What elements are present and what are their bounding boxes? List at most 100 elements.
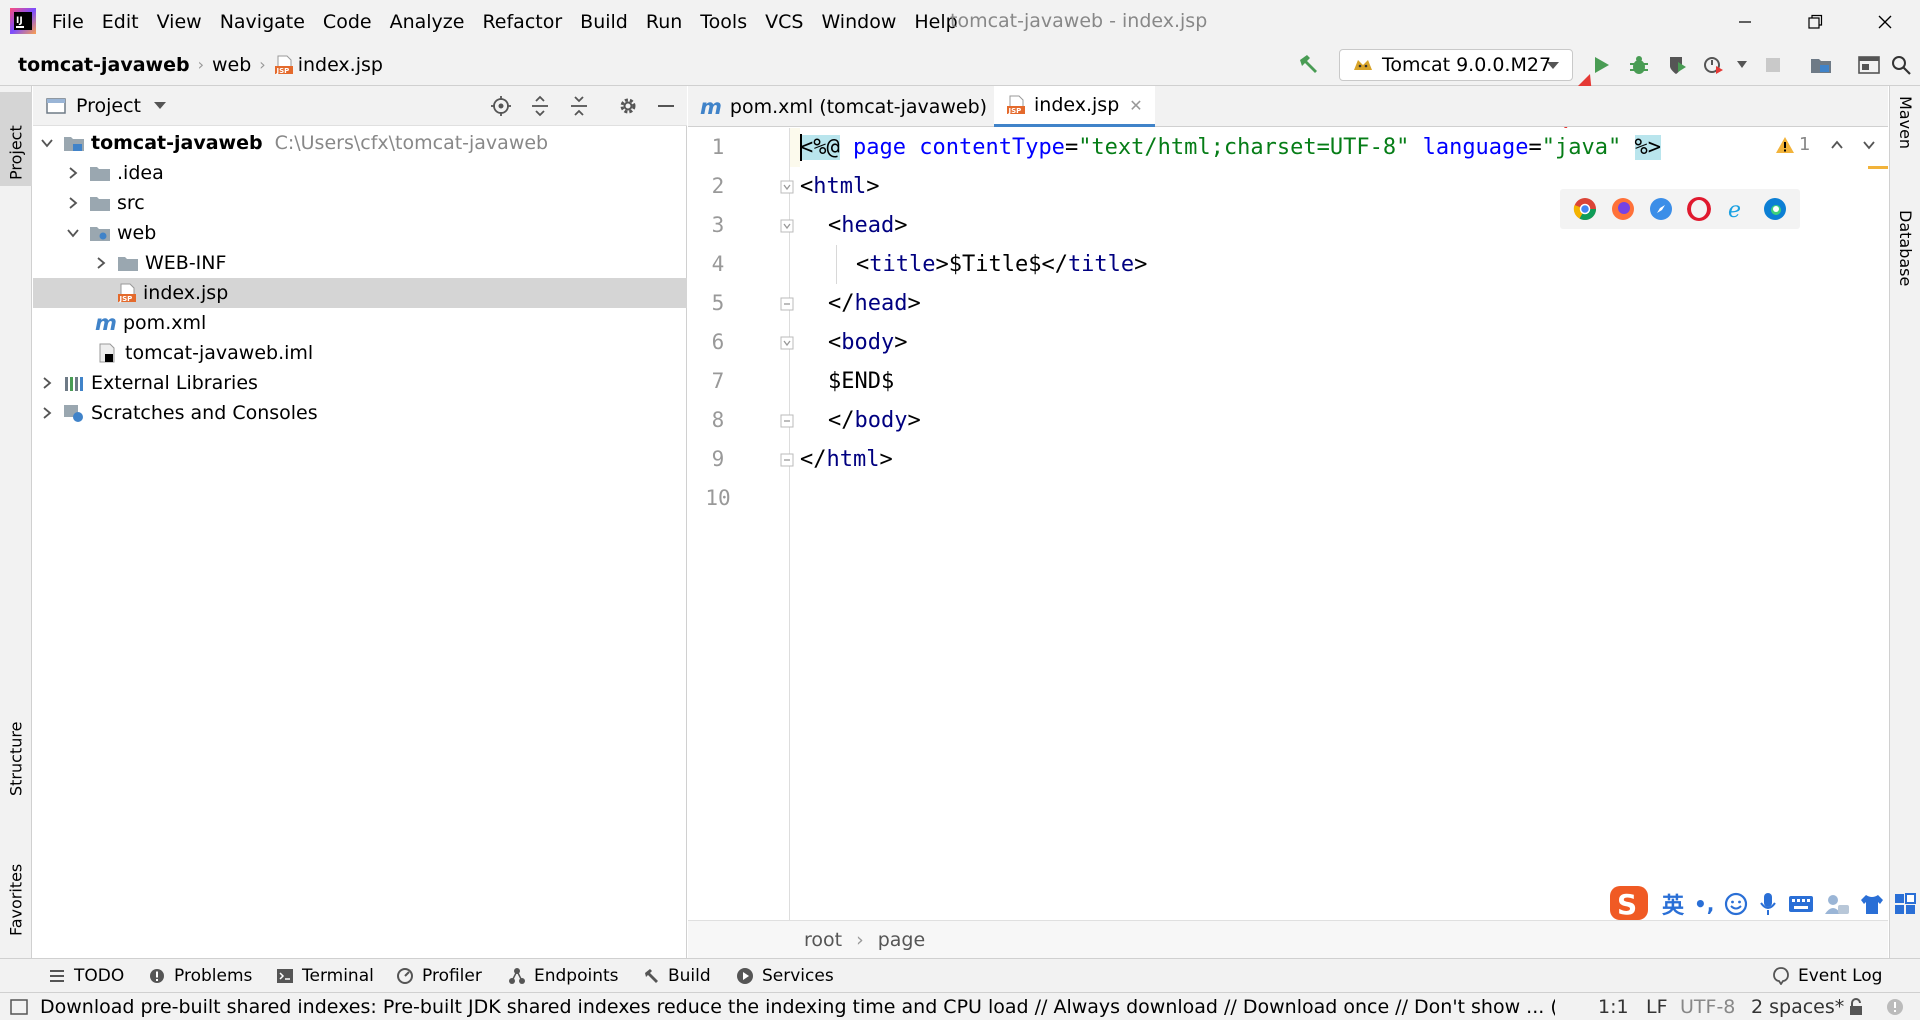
select-opened-file-button[interactable] (488, 93, 514, 119)
keyboard-icon[interactable] (1788, 894, 1814, 914)
tree-node-web[interactable]: web (33, 218, 687, 248)
ime-language[interactable]: 英 (1662, 888, 1684, 920)
code-editor[interactable]: <%@ page contentType="text/html;charset=… (800, 128, 1885, 920)
debug-button[interactable] (1626, 52, 1652, 78)
menu-file[interactable]: File (52, 11, 94, 33)
chevron-right-icon[interactable] (39, 375, 55, 391)
breadcrumb-folder[interactable]: web (212, 54, 251, 76)
menu-run[interactable]: Run (646, 11, 692, 33)
fold-open-icon[interactable] (780, 180, 794, 194)
more-run-options-button[interactable] (1729, 52, 1755, 78)
safari-icon[interactable] (1649, 197, 1673, 221)
project-tool-tab[interactable]: Project (0, 92, 32, 186)
user-badge-icon[interactable] (1824, 892, 1850, 916)
search-everywhere-button[interactable] (1888, 52, 1914, 78)
chevron-down-icon[interactable] (65, 225, 81, 241)
tree-node-iml[interactable]: tomcat-javaweb.iml (33, 338, 687, 368)
chevron-right-icon[interactable] (39, 405, 55, 421)
menu-vcs[interactable]: VCS (765, 11, 813, 33)
chrome-icon[interactable] (1573, 197, 1597, 221)
chevron-right-icon[interactable] (65, 195, 81, 211)
toggle-tool-windows-icon[interactable] (10, 999, 28, 1015)
microphone-icon[interactable] (1758, 891, 1778, 917)
tree-node-index-jsp[interactable]: JSP index.jsp (33, 278, 687, 308)
chevron-right-icon[interactable] (93, 255, 109, 271)
terminal-tool-button[interactable]: Terminal (276, 959, 374, 993)
menu-refactor[interactable]: Refactor (482, 11, 572, 33)
tree-node-external-libraries[interactable]: External Libraries (33, 368, 687, 398)
breadcrumb-project[interactable]: tomcat-javaweb (18, 54, 190, 76)
tab-index-jsp[interactable]: JSP index.jsp ✕ (994, 86, 1155, 127)
file-encoding[interactable]: UTF-8 (1680, 993, 1735, 1020)
fold-close-icon[interactable] (780, 414, 794, 428)
menu-view[interactable]: View (157, 11, 212, 33)
fold-close-icon[interactable] (780, 453, 794, 467)
toolbox-grid-icon[interactable] (1894, 893, 1917, 915)
inspection-widget[interactable]: 1 (1775, 134, 1876, 155)
menu-navigate[interactable]: Navigate (220, 11, 315, 33)
structure-tool-tab[interactable]: Structure (0, 706, 32, 802)
breadcrumb-root[interactable]: root (804, 929, 842, 951)
sogou-logo-icon[interactable]: S (1608, 884, 1652, 924)
chevron-right-icon[interactable] (65, 165, 81, 181)
menu-code[interactable]: Code (323, 11, 382, 33)
fold-open-icon[interactable] (780, 336, 794, 350)
lock-icon[interactable] (1848, 998, 1864, 1016)
chevron-down-icon[interactable] (39, 135, 55, 151)
tab-pom-xml[interactable]: m pom.xml (tomcat-javaweb) ✕ (688, 86, 1023, 127)
problems-tool-button[interactable]: Problems (148, 959, 252, 993)
tree-node-pom[interactable]: m pom.xml (33, 308, 687, 338)
breadcrumb-file[interactable]: index.jsp (298, 54, 383, 76)
services-tool-button[interactable]: Services (736, 959, 834, 993)
firefox-icon[interactable] (1611, 197, 1635, 221)
internet-explorer-icon[interactable]: e (1725, 197, 1749, 221)
opera-icon[interactable] (1687, 197, 1711, 221)
indent-setting[interactable]: 2 spaces* (1751, 993, 1844, 1020)
tree-node-scratches[interactable]: Scratches and Consoles (33, 398, 687, 428)
notification-icon[interactable] (1886, 998, 1904, 1016)
menu-edit[interactable]: Edit (102, 11, 149, 33)
build-hammer-icon[interactable] (1295, 52, 1321, 78)
profiler-tool-button[interactable]: Profiler (396, 959, 482, 993)
error-stripe-mark[interactable] (1868, 166, 1888, 169)
close-tab-icon[interactable]: ✕ (1129, 96, 1142, 115)
emoji-icon[interactable] (1724, 892, 1748, 916)
menu-analyze[interactable]: Analyze (390, 11, 475, 33)
collapse-all-button[interactable] (566, 93, 592, 119)
database-tool-tab[interactable]: Database (1890, 206, 1920, 406)
restore-button[interactable] (1786, 0, 1844, 43)
maven-tool-tab[interactable]: Maven (1890, 92, 1920, 188)
event-log-tool-button[interactable]: Event Log (1772, 959, 1882, 993)
tree-node-src[interactable]: src (33, 188, 687, 218)
ime-punctuation[interactable]: •, (1694, 892, 1714, 916)
expand-all-button[interactable] (527, 93, 553, 119)
hide-panel-button[interactable] (653, 93, 679, 119)
coverage-button[interactable] (1664, 52, 1690, 78)
menu-window[interactable]: Window (821, 11, 906, 33)
status-message[interactable]: Download pre-built shared indexes: Pre-b… (40, 993, 1555, 1020)
project-view-selector[interactable]: Project (46, 86, 167, 126)
todo-tool-button[interactable]: TODO (48, 959, 124, 993)
fold-open-icon[interactable] (780, 219, 794, 233)
minimize-button[interactable] (1716, 0, 1774, 43)
tree-node-web-inf[interactable]: WEB-INF (33, 248, 687, 278)
skin-shirt-icon[interactable] (1860, 893, 1884, 915)
menu-tools[interactable]: Tools (700, 11, 757, 33)
tree-node-idea[interactable]: .idea (33, 158, 687, 188)
close-window-button[interactable] (1856, 0, 1914, 43)
breadcrumb-page[interactable]: page (878, 929, 925, 951)
build-tool-button[interactable]: Build (642, 959, 711, 993)
caret-position[interactable]: 1:1 (1598, 993, 1629, 1020)
fold-close-icon[interactable] (780, 297, 794, 311)
line-separator[interactable]: LF (1646, 993, 1668, 1020)
presentation-mode-button[interactable] (1856, 52, 1882, 78)
project-settings-button[interactable] (615, 93, 641, 119)
project-structure-button[interactable] (1808, 52, 1834, 78)
menu-build[interactable]: Build (580, 11, 638, 33)
favorites-tool-tab[interactable]: Favorites (0, 842, 32, 942)
stop-button[interactable] (1760, 52, 1786, 78)
tree-node-project-root[interactable]: tomcat-javaweb C:\Users\cfx\tomcat-javaw… (33, 128, 687, 158)
endpoints-tool-button[interactable]: Endpoints (508, 959, 619, 993)
profiler-button[interactable] (1700, 52, 1726, 78)
edge-icon[interactable] (1763, 197, 1787, 221)
